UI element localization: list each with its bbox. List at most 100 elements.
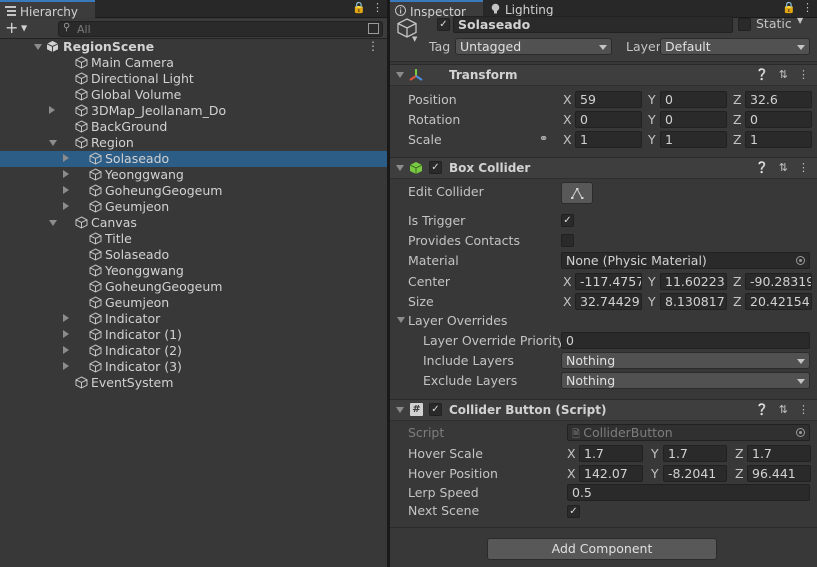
collider-button-enabled-checkbox[interactable]: ✓ [429, 403, 442, 416]
hover-position-z-field[interactable]: 96.441 [747, 465, 811, 482]
position-z-field[interactable]: 32.6 [745, 91, 812, 108]
axis-y-label[interactable]: Y [648, 131, 656, 148]
expand-down-icon[interactable] [49, 140, 57, 146]
expand-right-icon[interactable] [63, 154, 69, 162]
rotation-x-field[interactable]: 0 [575, 111, 642, 128]
hierarchy-item[interactable]: Geumjeon [0, 295, 387, 311]
box-collider-enabled-checkbox[interactable]: ✓ [429, 161, 442, 174]
static-dropdown-icon[interactable]: ▼ [797, 16, 803, 25]
axis-x-label[interactable]: X [563, 91, 572, 108]
size-y-field[interactable]: 8.130817 [660, 293, 727, 310]
hierarchy-item[interactable]: GoheungGeogeum [0, 183, 387, 199]
help-icon[interactable]: ❔ [755, 68, 769, 81]
material-field[interactable]: None (Physic Material) [561, 252, 810, 269]
hierarchy-item[interactable]: EventSystem [0, 375, 387, 391]
hierarchy-item[interactable]: Main Camera [0, 55, 387, 71]
hierarchy-item[interactable]: Title [0, 231, 387, 247]
center-x-field[interactable]: -117.4757 [575, 273, 642, 290]
axis-x-label[interactable]: X [563, 273, 572, 290]
transform-header[interactable]: Transform ❔ ⇅ ⋮ [390, 64, 817, 86]
scene-root-item[interactable]: RegionScene ⋮ [0, 39, 387, 55]
axis-y-label[interactable]: Y [651, 465, 659, 482]
include-layers-dropdown[interactable]: Nothing [561, 352, 810, 369]
expand-down-icon[interactable] [49, 220, 57, 226]
more-icon[interactable]: ⋮ [798, 161, 809, 174]
help-icon[interactable]: ❔ [755, 403, 769, 416]
box-collider-header[interactable]: ✓ Box Collider ❔ ⇅ ⋮ [390, 157, 817, 179]
hierarchy-item[interactable]: Solaseado [0, 247, 387, 263]
hierarchy-item[interactable]: Indicator (3) [0, 359, 387, 375]
size-x-field[interactable]: 32.74429 [575, 293, 642, 310]
hierarchy-item[interactable]: Indicator [0, 311, 387, 327]
edit-collider-button[interactable] [561, 182, 593, 204]
hierarchy-item[interactable]: Region [0, 135, 387, 151]
scale-x-field[interactable]: 1 [575, 131, 642, 148]
search-input[interactable]: ⚲ All [58, 21, 383, 37]
lock-icon[interactable]: 🔒 [352, 1, 366, 14]
hover-position-y-field[interactable]: -8.2041 [663, 465, 727, 482]
icon-dropdown-icon[interactable]: ▼ [412, 35, 417, 43]
axis-z-label[interactable]: Z [733, 131, 742, 148]
hover-scale-z-field[interactable]: 1.7 [747, 445, 811, 462]
hierarchy-item[interactable]: Yeonggwang [0, 263, 387, 279]
layer-overrides-label[interactable]: Layer Overrides [408, 313, 507, 331]
expand-right-icon[interactable] [63, 186, 69, 194]
axis-z-label[interactable]: Z [735, 465, 744, 482]
axis-y-label[interactable]: Y [648, 91, 656, 108]
add-component-button[interactable]: Add Component [487, 538, 717, 560]
pane-splitter[interactable] [387, 0, 390, 567]
hierarchy-item[interactable]: Solaseado [0, 151, 387, 167]
collider-button-header[interactable]: # ✓ Collider Button (Script) ❔ ⇅ ⋮ [390, 399, 817, 421]
fold-arrow-icon[interactable] [397, 317, 405, 323]
presets-icon[interactable]: ⇅ [779, 403, 788, 416]
exclude-layers-dropdown[interactable]: Nothing [561, 372, 810, 389]
lerp-speed-field[interactable]: 0.5 [567, 484, 810, 501]
help-icon[interactable]: ❔ [755, 161, 769, 174]
hierarchy-item[interactable]: Geumjeon [0, 199, 387, 215]
position-x-field[interactable]: 59 [575, 91, 642, 108]
axis-y-label[interactable]: Y [651, 445, 659, 462]
scale-y-field[interactable]: 1 [660, 131, 727, 148]
position-y-field[interactable]: 0 [660, 91, 727, 108]
more-icon[interactable]: ⋮ [802, 1, 813, 14]
next-scene-checkbox[interactable]: ✓ [567, 505, 580, 518]
expand-right-icon[interactable] [63, 330, 69, 338]
fold-arrow-icon[interactable] [396, 407, 404, 413]
more-icon[interactable]: ⋮ [372, 1, 383, 14]
hierarchy-item[interactable]: Indicator (1) [0, 327, 387, 343]
expand-right-icon[interactable] [63, 170, 69, 178]
axis-x-label[interactable]: X [567, 465, 576, 482]
more-icon[interactable]: ⋮ [367, 39, 379, 53]
axis-y-label[interactable]: Y [648, 111, 656, 128]
lock-icon[interactable]: 🔒 [782, 1, 796, 14]
presets-icon[interactable]: ⇅ [779, 68, 788, 81]
more-icon[interactable]: ⋮ [798, 68, 809, 81]
hierarchy-item[interactable]: Directional Light [0, 71, 387, 87]
axis-x-label[interactable]: X [567, 445, 576, 462]
hover-scale-x-field[interactable]: 1.7 [579, 445, 643, 462]
provides-contacts-checkbox[interactable] [561, 234, 574, 247]
hierarchy-item[interactable]: Canvas [0, 215, 387, 231]
expand-right-icon[interactable] [63, 314, 69, 322]
layer-dropdown[interactable]: Default [660, 38, 810, 55]
axis-z-label[interactable]: Z [735, 445, 744, 462]
hierarchy-item[interactable]: Yeonggwang [0, 167, 387, 183]
axis-z-label[interactable]: Z [733, 91, 742, 108]
hover-scale-y-field[interactable]: 1.7 [663, 445, 727, 462]
layer-override-priority-field[interactable]: 0 [561, 332, 810, 349]
axis-z-label[interactable]: Z [733, 273, 742, 290]
hierarchy-item[interactable]: Global Volume [0, 87, 387, 103]
expand-right-icon[interactable] [63, 346, 69, 354]
rotation-z-field[interactable]: 0 [745, 111, 812, 128]
object-name-field[interactable]: Solaseado [453, 16, 733, 33]
axis-x-label[interactable]: X [563, 131, 572, 148]
more-icon[interactable]: ⋮ [798, 403, 809, 416]
expand-down-icon[interactable] [34, 44, 42, 50]
hierarchy-item[interactable]: 3DMap_Jeollanam_Do [0, 103, 387, 119]
rotation-y-field[interactable]: 0 [660, 111, 727, 128]
size-z-field[interactable]: 20.42154 [745, 293, 812, 310]
active-checkbox[interactable]: ✓ [437, 18, 450, 31]
axis-z-label[interactable]: Z [733, 111, 742, 128]
fold-arrow-icon[interactable] [396, 72, 404, 78]
constrain-proportions-icon[interactable]: ⚭ [539, 132, 548, 145]
